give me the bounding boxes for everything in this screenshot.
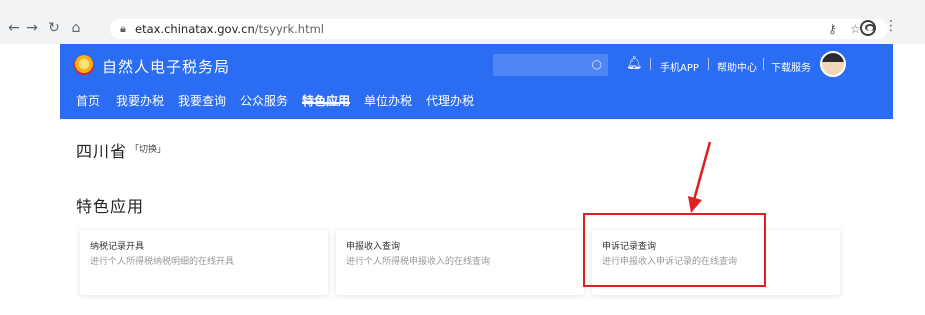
url-text: etax.chinatax.gov.cn/tsyyrk.html <box>135 22 324 36</box>
nav-item-home[interactable]: 首页 <box>76 92 100 109</box>
site-header: 自然人电子税务局 ○ 🔔︎ 手机APP 帮助中心 下载服务 首页 我要办税 我要… <box>60 44 893 119</box>
home-icon[interactable]: ⌂ <box>68 20 84 36</box>
download-service-link[interactable]: 下载服务 <box>771 59 811 74</box>
key-icon[interactable]: ⚷ <box>828 22 837 36</box>
card-desc: 进行个人所得税申报收入的在线查询 <box>346 257 491 267</box>
page-gutter <box>893 44 925 315</box>
back-arrow-icon[interactable]: ← <box>6 20 22 36</box>
card-desc: 进行个人所得税纳税明细的在线开具 <box>90 257 235 267</box>
card-title: 纳税记录开具 <box>90 242 145 252</box>
search-input[interactable]: ○ <box>493 54 608 76</box>
help-center-link[interactable]: 帮助中心 <box>717 59 757 74</box>
search-icon[interactable]: ○ <box>592 57 602 71</box>
divider <box>708 58 709 70</box>
nav-item-public-service[interactable]: 公众服务 <box>240 92 288 109</box>
tax-emblem-logo <box>74 55 94 75</box>
mobile-app-link[interactable]: 手机APP <box>660 59 699 74</box>
bell-icon[interactable]: 🔔︎ <box>626 56 643 71</box>
site-title[interactable]: 自然人电子税务局 <box>102 56 230 77</box>
main-nav: 首页 我要办税 我要查询 公众服务 特色应用 单位办税 代理办税 <box>60 92 893 119</box>
lock-icon: 🔒︎ <box>120 22 126 35</box>
main-content: 四川省 「切换」 特色应用 纳税记录开具 进行个人所得税纳税明细的在线开具 申报… <box>60 119 893 315</box>
nav-item-unit-tax[interactable]: 单位办税 <box>364 92 412 109</box>
forward-arrow-icon[interactable]: → <box>24 20 40 36</box>
nav-item-query[interactable]: 我要查询 <box>178 92 226 109</box>
avatar[interactable] <box>820 51 846 77</box>
highlight-box <box>583 213 766 287</box>
card-title: 申报收入查询 <box>346 242 401 252</box>
divider <box>763 58 764 70</box>
url-path: /tsyyrk.html <box>254 22 325 36</box>
province-label: 四川省 <box>76 142 128 161</box>
reload-icon[interactable]: ↻ <box>46 20 62 36</box>
nav-item-tax-handling[interactable]: 我要办税 <box>116 92 164 109</box>
browser-toolbar: ← → ↻ ⌂ 🔒︎ etax.chinatax.gov.cn/tsyyrk.h… <box>0 0 925 44</box>
card-tax-record[interactable]: 纳税记录开具 进行个人所得税纳税明细的在线开具 <box>80 230 328 295</box>
profile-icon[interactable] <box>860 20 876 36</box>
card-income-query[interactable]: 申报收入查询 进行个人所得税申报收入的在线查询 <box>336 230 584 295</box>
nav-item-agent-tax[interactable]: 代理办税 <box>426 92 474 109</box>
annotation-arrow-icon <box>688 141 712 213</box>
section-title: 特色应用 <box>76 197 145 216</box>
active-tab-underline <box>302 102 351 104</box>
province-switch-link[interactable]: 「切换」 <box>130 142 166 155</box>
address-bar[interactable]: 🔒︎ etax.chinatax.gov.cn/tsyyrk.html ⚷ ☆ <box>110 19 888 39</box>
nav-item-featured-apps[interactable]: 特色应用 <box>302 92 351 109</box>
divider <box>650 58 651 70</box>
menu-dots-icon[interactable]: ⋮ <box>884 18 898 34</box>
url-host: etax.chinatax.gov.cn <box>135 22 255 36</box>
nav-item-label: 特色应用 <box>302 94 351 108</box>
